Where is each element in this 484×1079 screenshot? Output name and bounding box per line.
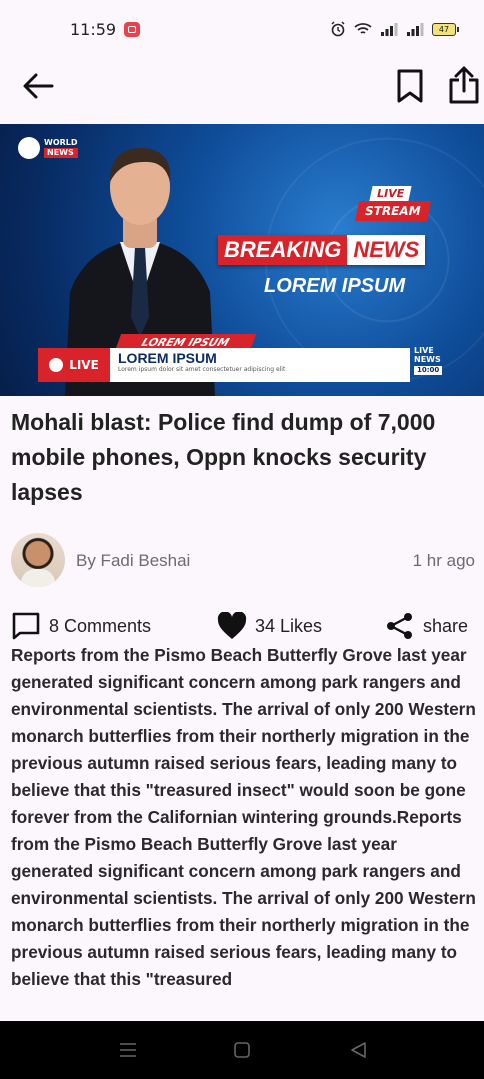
logo-top-text: WORLD: [44, 138, 78, 147]
share-label: share: [423, 615, 469, 636]
bookmark-icon: [397, 69, 423, 103]
likes-count: 34 Likes: [255, 615, 323, 636]
lower-subtitle: Lorem ipsum dolor sit amet consectetuer …: [118, 366, 286, 373]
wifi-icon: [354, 23, 372, 34]
battery-icon: 47: [432, 22, 459, 36]
share-button[interactable]: [444, 65, 484, 105]
logo-bottom-text: NEWS: [44, 148, 78, 158]
live-news-clock: LIVE NEWS 10:00: [414, 346, 443, 375]
comments-count: 8 Comments: [49, 615, 152, 636]
app-bar: [0, 60, 484, 124]
article-body: Reports from the Pismo Beach Butterfly G…: [11, 645, 476, 989]
home-icon[interactable]: [231, 1040, 253, 1060]
status-bar: 11:59 47: [0, 0, 484, 60]
article-title: Mohali blast: Police find dump of 7,000 …: [11, 409, 436, 505]
signal-icon-2: [407, 23, 424, 36]
breaking-news-banner: BREAKING NEWS: [218, 235, 426, 265]
stream-badge-text: STREAM: [354, 201, 431, 221]
globe-icon: [18, 137, 40, 159]
comment-icon: [12, 612, 40, 640]
comments-button[interactable]: 8 Comments: [11, 610, 151, 642]
likes-button[interactable]: 34 Likes: [217, 610, 322, 642]
share-upload-icon: [449, 66, 479, 104]
article-actions: 8 Comments 34 Likes share: [11, 610, 475, 642]
author-avatar[interactable]: [11, 533, 65, 587]
share-nodes-icon: [387, 613, 412, 639]
lower-third-bar: LIVE LOREM IPSUM Lorem ipsum dolor sit a…: [38, 348, 410, 382]
back-nav-icon[interactable]: [348, 1040, 370, 1060]
heart-icon: [217, 612, 247, 639]
system-nav-bar: [0, 1021, 484, 1079]
hero-subtitle: LOREM IPSUM: [264, 275, 406, 297]
lower-live-badge: LIVE: [38, 348, 110, 382]
back-button[interactable]: [18, 66, 58, 106]
bookmark-button[interactable]: [390, 66, 430, 106]
back-arrow-icon: [23, 73, 54, 99]
menu-icon[interactable]: [117, 1040, 139, 1060]
status-icons: 47: [330, 21, 459, 37]
screen-record-icon: [124, 22, 140, 37]
breaking-text: BREAKING: [218, 235, 348, 265]
author-name[interactable]: By Fadi Beshai: [76, 551, 190, 571]
side-time-text: 10:00: [414, 366, 443, 375]
alarm-icon: [331, 21, 345, 37]
signal-icon: [381, 23, 398, 36]
world-news-logo: WORLD NEWS: [18, 137, 78, 159]
status-time: 11:59: [70, 20, 117, 39]
share-action-button[interactable]: share: [385, 610, 468, 642]
lower-live-text: LIVE: [69, 358, 99, 372]
news-text: NEWS: [347, 235, 426, 265]
side-news-text: NEWS: [414, 355, 441, 364]
article-hero-image: WORLD NEWS LIVE STREAM BREAKING NEWS LOR…: [0, 124, 484, 396]
live-badge-text: LIVE: [369, 186, 412, 201]
side-live-text: LIVE: [414, 346, 434, 355]
author-row: By Fadi Beshai 1 hr ago: [11, 533, 475, 589]
globe-icon: [49, 358, 64, 372]
lower-title: LOREM IPSUM: [118, 350, 217, 366]
published-time: 1 hr ago: [412, 551, 475, 570]
